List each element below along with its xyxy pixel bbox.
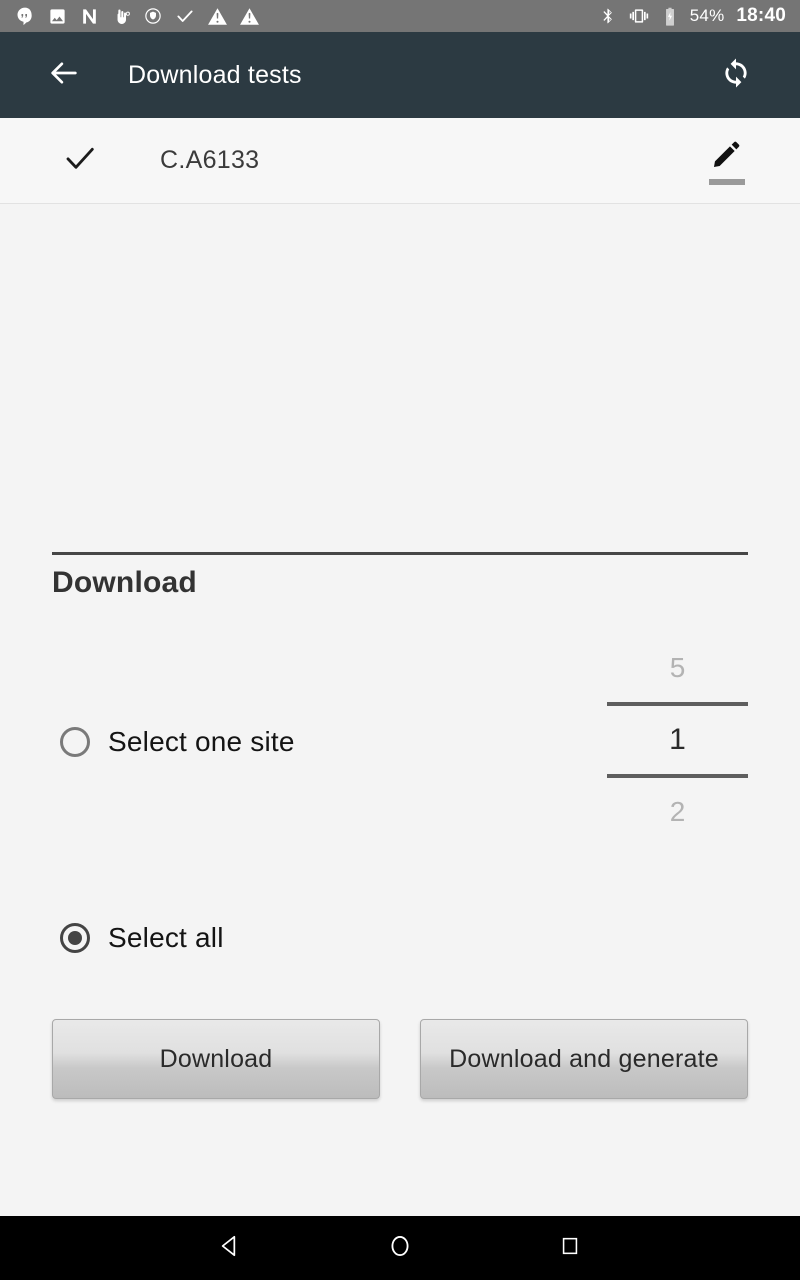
hangouts-icon [14, 5, 36, 27]
radio-checked-icon[interactable] [60, 923, 90, 953]
radio-dot [68, 931, 82, 945]
checkmark-icon [174, 5, 196, 27]
sync-button[interactable] [704, 32, 768, 118]
checkmark-icon [62, 140, 98, 181]
radio-unchecked-icon[interactable] [60, 727, 90, 757]
status-bar-clock: 18:40 [736, 5, 786, 26]
nav-back-button[interactable] [145, 1216, 315, 1280]
nav-home-circle-icon [387, 1233, 413, 1264]
edit-button[interactable] [704, 137, 750, 185]
download-and-generate-button[interactable]: Download and generate [420, 1019, 748, 1099]
touch-gesture-icon [110, 5, 132, 27]
status-bar-notification-icons [14, 5, 597, 27]
nova-launcher-icon [78, 5, 100, 27]
nav-recents-button[interactable] [485, 1216, 655, 1280]
shield-icon [142, 5, 164, 27]
navigation-bar [0, 1216, 800, 1280]
back-button[interactable] [28, 32, 100, 118]
selected-test-label: C.A6133 [160, 146, 260, 174]
selected-test-row[interactable]: C.A6133 [0, 118, 800, 204]
page-title: Download tests [128, 60, 302, 89]
nav-home-button[interactable] [315, 1216, 485, 1280]
number-picker-next-value[interactable]: 2 [607, 778, 748, 846]
nav-recents-square-icon [559, 1235, 581, 1262]
radio-select-one-site-label: Select one site [108, 726, 295, 757]
radio-select-all[interactable]: Select all [60, 922, 224, 954]
sync-refresh-icon [719, 56, 753, 95]
bluetooth-icon [597, 5, 619, 27]
status-bar-system-icons: 54% 18:40 [597, 5, 786, 27]
vibrate-icon [628, 5, 650, 27]
radio-select-one-site[interactable]: Select one site [60, 726, 295, 758]
photos-icon [46, 5, 68, 27]
battery-percent-label: 54% [689, 6, 725, 25]
edit-underline [709, 178, 745, 185]
number-picker-previous-value[interactable]: 5 [607, 634, 748, 702]
download-button[interactable]: Download [52, 1019, 380, 1099]
site-number-picker[interactable]: 5 1 2 [607, 634, 748, 854]
android-screen: 54% 18:40 Download tests C.A6133 Downloa… [0, 0, 800, 1280]
download-section-divider [52, 552, 748, 555]
warning-triangle-icon [206, 5, 228, 27]
radio-select-all-label: Select all [108, 922, 224, 953]
selected-test-check[interactable] [50, 131, 110, 191]
download-section-title: Download [52, 566, 197, 599]
number-picker-current-value[interactable]: 1 [607, 706, 748, 774]
content-area: Download 5 1 2 Select one site Select al… [0, 204, 800, 1216]
status-bar: 54% 18:40 [0, 0, 800, 32]
app-bar: Download tests [0, 32, 800, 118]
back-arrow-icon [47, 56, 81, 95]
battery-charging-icon [659, 5, 681, 27]
warning-triangle-icon-2 [238, 5, 260, 27]
nav-back-triangle-icon [217, 1233, 243, 1264]
edit-pencil-icon [710, 137, 744, 176]
